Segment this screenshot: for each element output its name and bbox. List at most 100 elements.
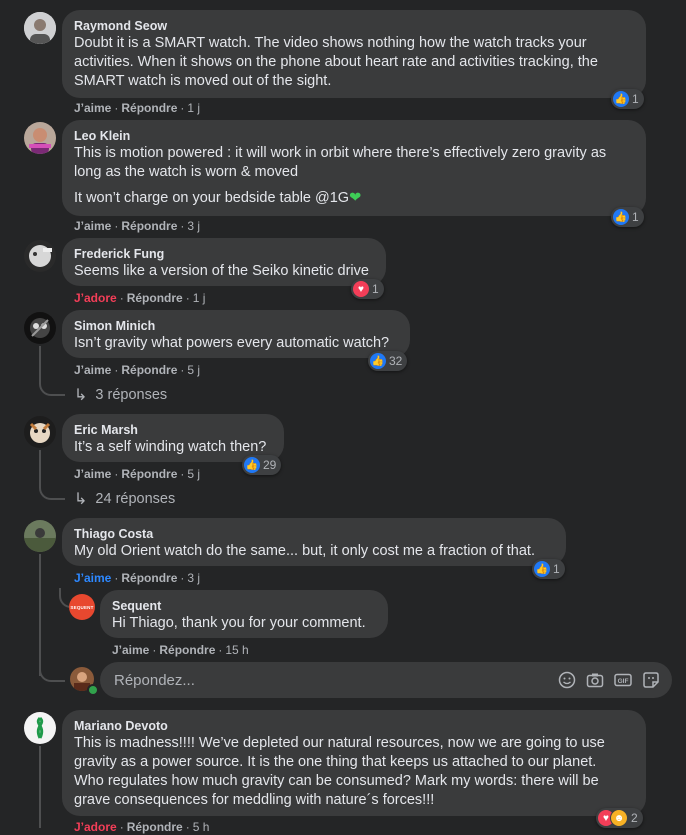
avatar[interactable]: [24, 712, 56, 744]
reply-button[interactable]: Répondre: [159, 643, 215, 657]
comment-text: Isn’t gravity what powers every automati…: [74, 335, 390, 351]
avatar[interactable]: [24, 12, 56, 44]
reply-input[interactable]: [112, 670, 548, 690]
comment-bubble: Frederick Fung Seems like a version of t…: [62, 238, 386, 286]
reply-button[interactable]: Répondre: [121, 571, 177, 585]
comment-bubble: Mariano Devoto This is madness!!!! We’ve…: [62, 710, 646, 816]
current-user-avatar: [70, 667, 99, 696]
green-heart-emoji: ❤: [349, 190, 362, 206]
comment-time[interactable]: 5 h: [193, 820, 210, 834]
reply-input-box[interactable]: GIF: [100, 662, 672, 698]
view-replies-link[interactable]: ↳ 24 réponses: [74, 489, 175, 509]
comment-author[interactable]: Sequent: [112, 598, 376, 614]
comment-actions: J’aime · Répondre · 5 j: [74, 363, 201, 377]
reaction-count[interactable]: ♥ 1: [351, 279, 384, 299]
comment-author[interactable]: Thiago Costa: [74, 526, 554, 542]
comment-text: It won’t charge on your bedside table @1…: [74, 190, 350, 206]
reaction-count[interactable]: ♥ ☻ 2: [596, 808, 643, 828]
sequent-logo[interactable]: SEQUENT: [69, 594, 95, 620]
like-icon: 👍: [370, 353, 386, 369]
like-button[interactable]: J’aime: [74, 363, 111, 377]
comment-text: activities. When it shows on the phone a…: [74, 54, 598, 70]
avatar[interactable]: [24, 312, 56, 344]
comment-time[interactable]: 1 j: [193, 291, 206, 305]
thread-line: [39, 476, 65, 500]
avatar[interactable]: [24, 240, 56, 272]
comment-text: Seems like a version of the Seiko kineti…: [74, 263, 369, 279]
svg-text:GIF: GIF: [618, 678, 629, 685]
online-status-dot: [87, 684, 99, 696]
comment-text: Who regulates how much gravity can be co…: [74, 773, 599, 789]
comment-time[interactable]: 15 h: [225, 643, 248, 657]
reaction-count[interactable]: 👍 1: [611, 89, 644, 109]
like-button[interactable]: J’aime: [74, 467, 111, 481]
reply-button[interactable]: Répondre: [121, 363, 177, 377]
like-icon: 👍: [613, 209, 629, 225]
comment-author[interactable]: Eric Marsh: [74, 422, 272, 438]
like-button[interactable]: J’aime: [74, 219, 111, 233]
comment-author[interactable]: Raymond Seow: [74, 18, 634, 34]
like-button[interactable]: J’aime: [112, 643, 149, 657]
avatar[interactable]: [24, 520, 56, 552]
comment-author[interactable]: Frederick Fung: [74, 246, 374, 262]
reply-button[interactable]: Répondre: [121, 101, 177, 115]
gif-icon[interactable]: GIF: [614, 671, 632, 689]
reply-button[interactable]: Répondre: [121, 467, 177, 481]
sticker-icon[interactable]: [642, 671, 660, 689]
comment-text: Hi Thiago, thank you for your comment.: [112, 615, 366, 631]
comment-actions: J’aime · Répondre · 15 h: [112, 643, 249, 657]
like-icon: 👍: [613, 91, 629, 107]
reaction-count[interactable]: 👍 1: [532, 559, 565, 579]
comment-bubble: Sequent Hi Thiago, thank you for your co…: [100, 590, 388, 638]
reaction-count[interactable]: 👍 32: [368, 351, 408, 371]
like-button[interactable]: J’aime: [74, 571, 111, 585]
comment-time[interactable]: 5 j: [187, 467, 200, 481]
comment-text: gravity as a power source. It is the one…: [74, 754, 597, 770]
comment-author[interactable]: Simon Minich: [74, 318, 398, 334]
like-icon: 👍: [244, 457, 260, 473]
comment-text: My old Orient watch do the same... but, …: [74, 543, 535, 559]
comment-text: long as the watch is worn & moved: [74, 164, 299, 180]
reply-button[interactable]: Répondre: [121, 219, 177, 233]
comment-text: grave consequences for meddling with nat…: [74, 792, 435, 808]
reaction-count[interactable]: 👍 1: [611, 207, 644, 227]
love-button[interactable]: J’adore: [74, 291, 117, 305]
comment-time[interactable]: 3 j: [187, 219, 200, 233]
comment-bubble: Simon Minich Isn’t gravity what powers e…: [62, 310, 410, 358]
comment-bubble: Thiago Costa My old Orient watch do the …: [62, 518, 566, 566]
reply-arrow-icon: ↳: [74, 387, 88, 404]
comment-text: Doubt it is a SMART watch. The video sho…: [74, 35, 587, 51]
comment-actions: J’aime · Répondre · 5 j: [74, 467, 201, 481]
comment-actions: J’aime · Répondre · 1 j: [74, 101, 201, 115]
comment-text: This is motion powered : it will work in…: [74, 145, 607, 161]
reply-button[interactable]: Répondre: [127, 820, 183, 834]
comment-time[interactable]: 3 j: [187, 571, 200, 585]
avatar[interactable]: [24, 122, 56, 154]
thread-line: [39, 668, 65, 682]
view-replies-link[interactable]: ↳ 3 réponses: [74, 385, 167, 405]
comment-text: SMART watch is moved out of the sight.: [74, 73, 332, 89]
thread-line: [39, 746, 41, 828]
comment-text: This is madness!!!! We’ve depleted our n…: [74, 735, 605, 751]
reply-arrow-icon: ↳: [74, 491, 88, 508]
comment-actions: J’adore · Répondre · 5 h: [74, 820, 210, 834]
avatar[interactable]: [24, 416, 56, 448]
comment-bubble: Raymond Seow Doubt it is a SMART watch. …: [62, 10, 646, 98]
comment-time[interactable]: 1 j: [187, 101, 200, 115]
thread-line: [39, 372, 65, 396]
comment-time[interactable]: 5 j: [187, 363, 200, 377]
comment-actions: J’aime · Répondre · 3 j: [74, 219, 201, 233]
like-button[interactable]: J’aime: [74, 101, 111, 115]
reply-button[interactable]: Répondre: [127, 291, 183, 305]
thread-line: [39, 554, 41, 676]
comment-author[interactable]: Mariano Devoto: [74, 718, 634, 734]
camera-icon[interactable]: [586, 671, 604, 689]
comment-bubble: Leo Klein This is motion powered : it wi…: [62, 120, 646, 216]
emoji-icon[interactable]: [558, 671, 576, 689]
reaction-count[interactable]: 👍 29: [242, 455, 282, 475]
love-icon: ♥: [353, 281, 369, 297]
love-button[interactable]: J’adore: [74, 820, 117, 834]
comment-author[interactable]: Leo Klein: [74, 128, 634, 144]
comment-text: It’s a self winding watch then?: [74, 439, 267, 455]
haha-icon: ☻: [610, 809, 628, 827]
